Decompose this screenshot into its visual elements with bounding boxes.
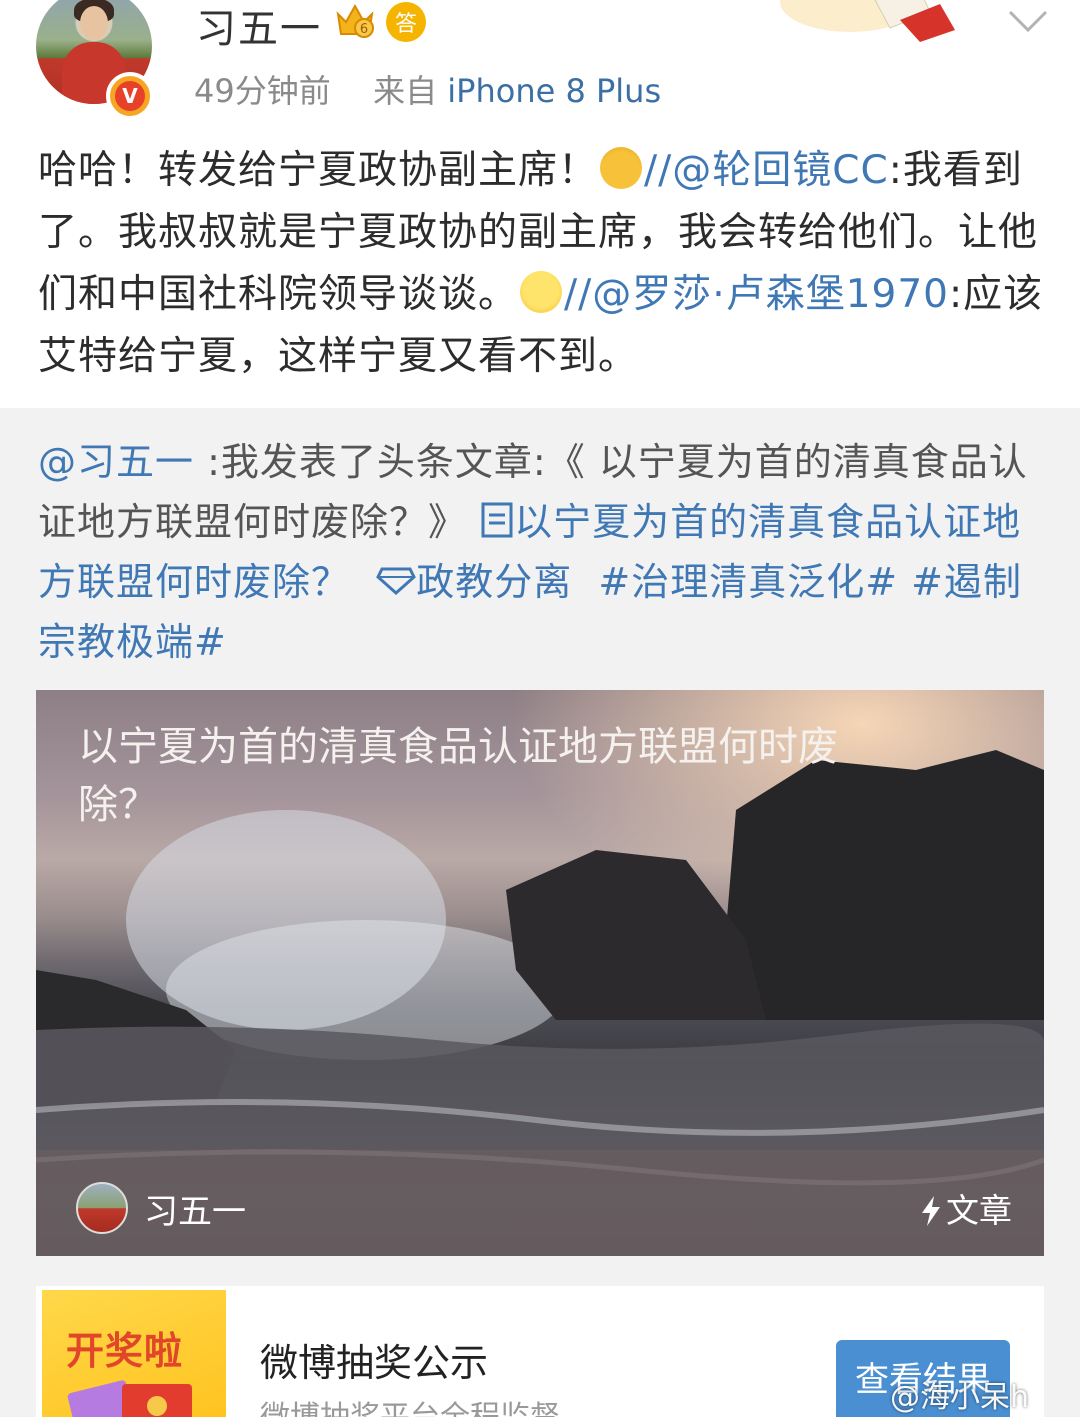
original-post-text: @习五一 :我发表了头条文章:《 以宁夏为首的清真食品认证地方联盟何时废除？》 … xyxy=(38,432,1038,672)
chevron-down-icon[interactable] xyxy=(1006,6,1050,36)
lottery-title: 微博抽奖公示 xyxy=(260,1341,489,1385)
article-type-label: 文章 xyxy=(920,1184,1012,1232)
festive-decoration-icon xyxy=(780,0,955,42)
svg-text:6: 6 xyxy=(360,22,368,37)
article-icon xyxy=(481,502,513,538)
hashtag-link[interactable]: #治理清真泛化# xyxy=(598,560,898,604)
article-title: 以宁夏为首的清真食品认证地方联盟何时废除？ xyxy=(78,724,838,828)
topic-link[interactable]: 政教分离 xyxy=(416,560,572,604)
post-meta: 49分钟前 来自 iPhone 8 Plus xyxy=(194,66,661,112)
mention-link[interactable]: @罗莎·卢森堡1970 xyxy=(592,272,949,317)
original-author-mention[interactable]: @习五一 xyxy=(38,440,194,484)
lottery-subtitle: 微博抽奖平台全程监督 xyxy=(260,1392,560,1417)
source-prefix: 来自 xyxy=(373,72,438,110)
article-author: 习五一 xyxy=(144,1192,246,1232)
repost-segment-1: 哈哈！转发给宁夏政协副主席！ xyxy=(38,148,599,193)
watermark: @海小呆h xyxy=(890,1380,1030,1415)
author-avatar xyxy=(76,1182,128,1234)
avatar-face xyxy=(80,6,108,40)
laugh-cry-emoji-icon xyxy=(600,147,643,189)
post-header: V 习五一 6 答 49分钟前 来自 iPhone 8 Plus xyxy=(0,0,1080,122)
username[interactable]: 习五一 xyxy=(196,0,322,54)
lottery-thumb-text: 开奖啦 xyxy=(66,1329,184,1373)
repost-text: 哈哈！转发给宁夏政协副主席！//@轮回镜CC:我看到了。我叔叔就是宁夏政协的副主… xyxy=(38,140,1048,388)
lottery-thumbnail: 开奖啦 xyxy=(42,1290,226,1417)
post-time: 49分钟前 xyxy=(194,72,331,110)
repost-separator-2: // xyxy=(564,272,593,317)
lightning-icon xyxy=(922,1196,940,1226)
mention-link[interactable]: @轮回镜CC xyxy=(672,148,888,193)
article-card[interactable]: 以宁夏为首的清真食品认证地方联盟何时废除？ 习五一 文章 xyxy=(36,690,1044,1256)
crown-level-icon: 6 xyxy=(336,3,374,38)
repost-separator-1: // xyxy=(644,148,673,193)
source-device[interactable]: iPhone 8 Plus xyxy=(447,72,661,110)
article-type-text: 文章 xyxy=(946,1191,1012,1230)
verified-badge-icon: V xyxy=(106,72,154,120)
smile-emoji-icon xyxy=(520,271,563,313)
answer-badge-icon: 答 xyxy=(386,2,426,42)
red-envelope-icon xyxy=(67,1380,192,1417)
retweeted-post[interactable]: @习五一 :我发表了头条文章:《 以宁夏为首的清真食品认证地方联盟何时废除？》 … xyxy=(0,408,1080,1417)
diamond-topic-icon xyxy=(376,567,417,596)
